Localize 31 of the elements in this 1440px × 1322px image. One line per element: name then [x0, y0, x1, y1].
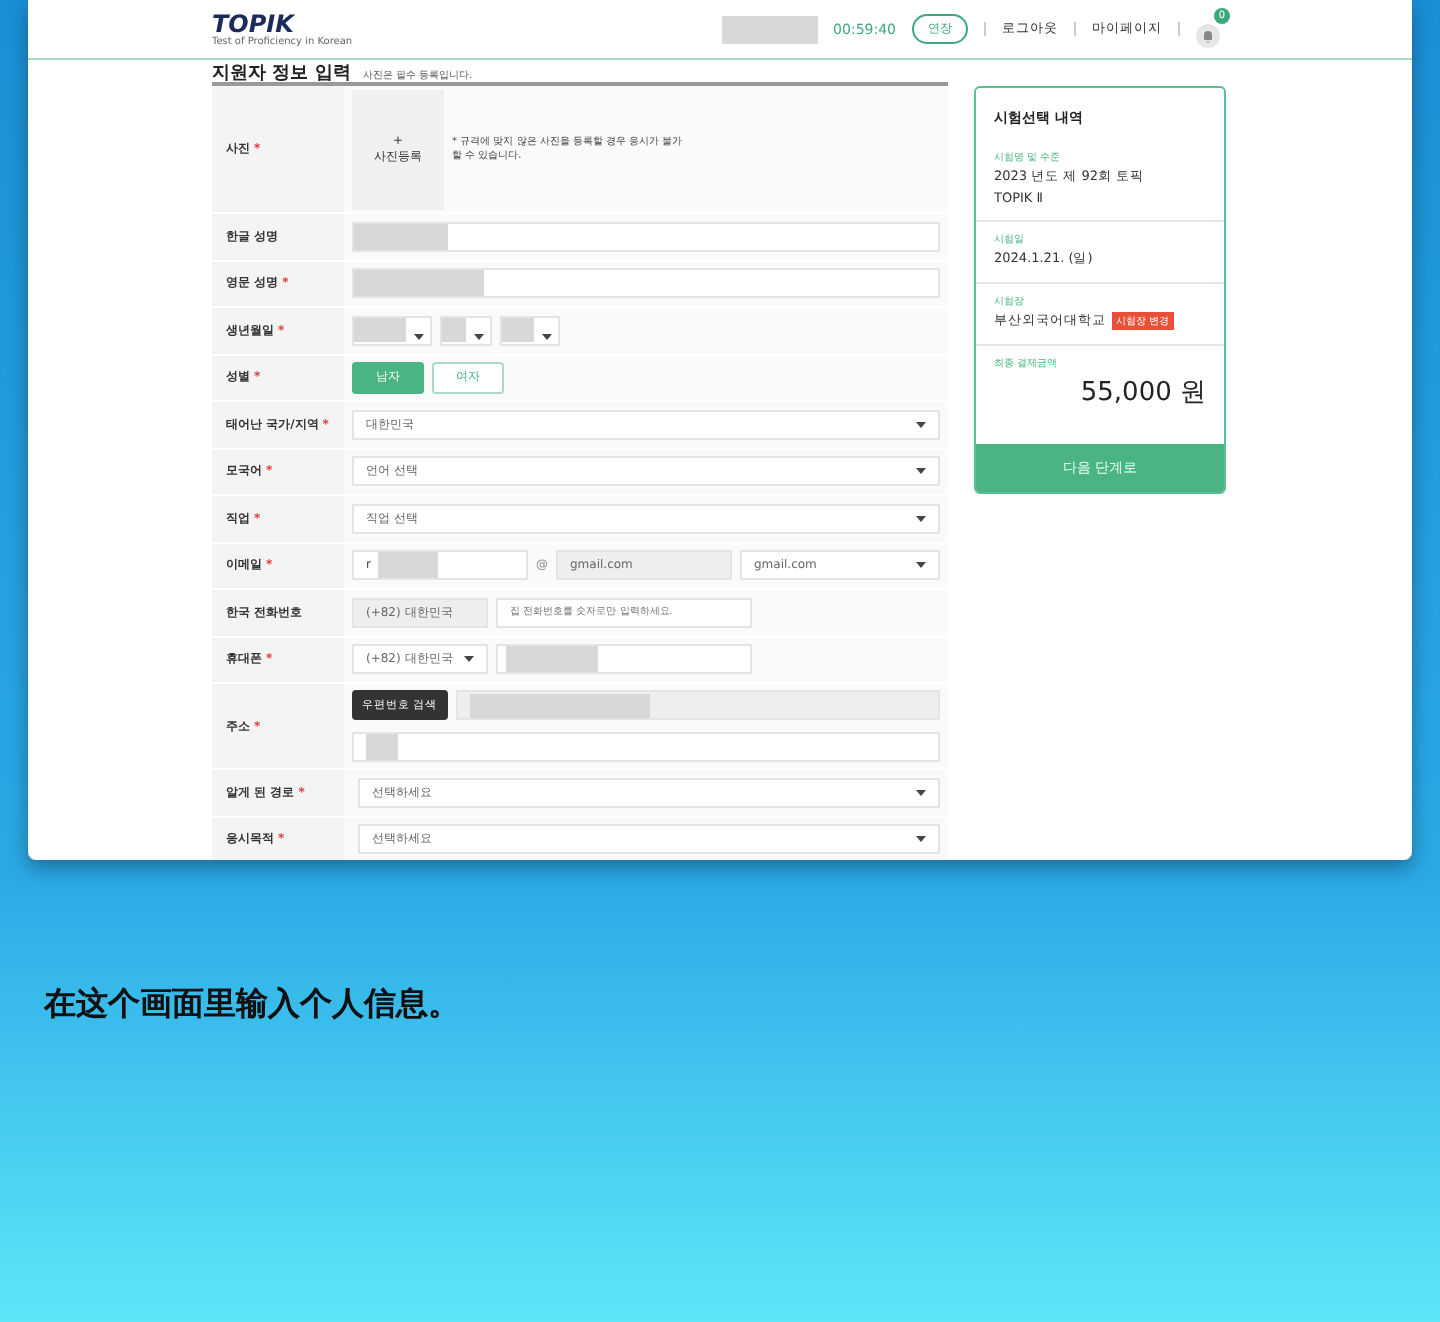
dropdown[interactable]: [500, 315, 560, 346]
input-field[interactable]: [352, 221, 940, 252]
caret-icon: [464, 656, 474, 663]
dropdown[interactable]: [352, 315, 432, 346]
redacted-block: [366, 734, 398, 760]
caret-icon: [916, 515, 926, 522]
redacted-block: [378, 552, 439, 579]
input-field[interactable]: [352, 268, 940, 299]
caret-icon: [916, 562, 926, 569]
caret-icon: [916, 468, 926, 475]
redacted-block: [354, 270, 484, 297]
logo[interactable]: TOPIK: [212, 11, 353, 35]
redacted-block: [442, 317, 466, 342]
redacted-block: [502, 317, 534, 342]
caret-icon: [916, 789, 926, 796]
caption: 在这个画面里输入个人信息。: [44, 984, 462, 1026]
input-field[interactable]: [496, 644, 752, 675]
dropdown[interactable]: [440, 315, 492, 346]
caret-icon: [916, 836, 926, 843]
caret-icon: [542, 333, 552, 340]
bell-icon[interactable]: [1196, 23, 1220, 47]
input-field[interactable]: [352, 732, 940, 762]
caret-icon: [474, 333, 484, 340]
redacted-block: [354, 223, 448, 250]
caret-icon: [916, 421, 926, 428]
page-title: 지원자 정보 입력: [212, 62, 351, 82]
redacted-block: [721, 15, 818, 43]
total-amount: 55,000 원: [1078, 376, 1206, 410]
redacted-block: [354, 317, 406, 342]
redacted-block: [506, 646, 598, 673]
caret-icon: [414, 333, 424, 340]
